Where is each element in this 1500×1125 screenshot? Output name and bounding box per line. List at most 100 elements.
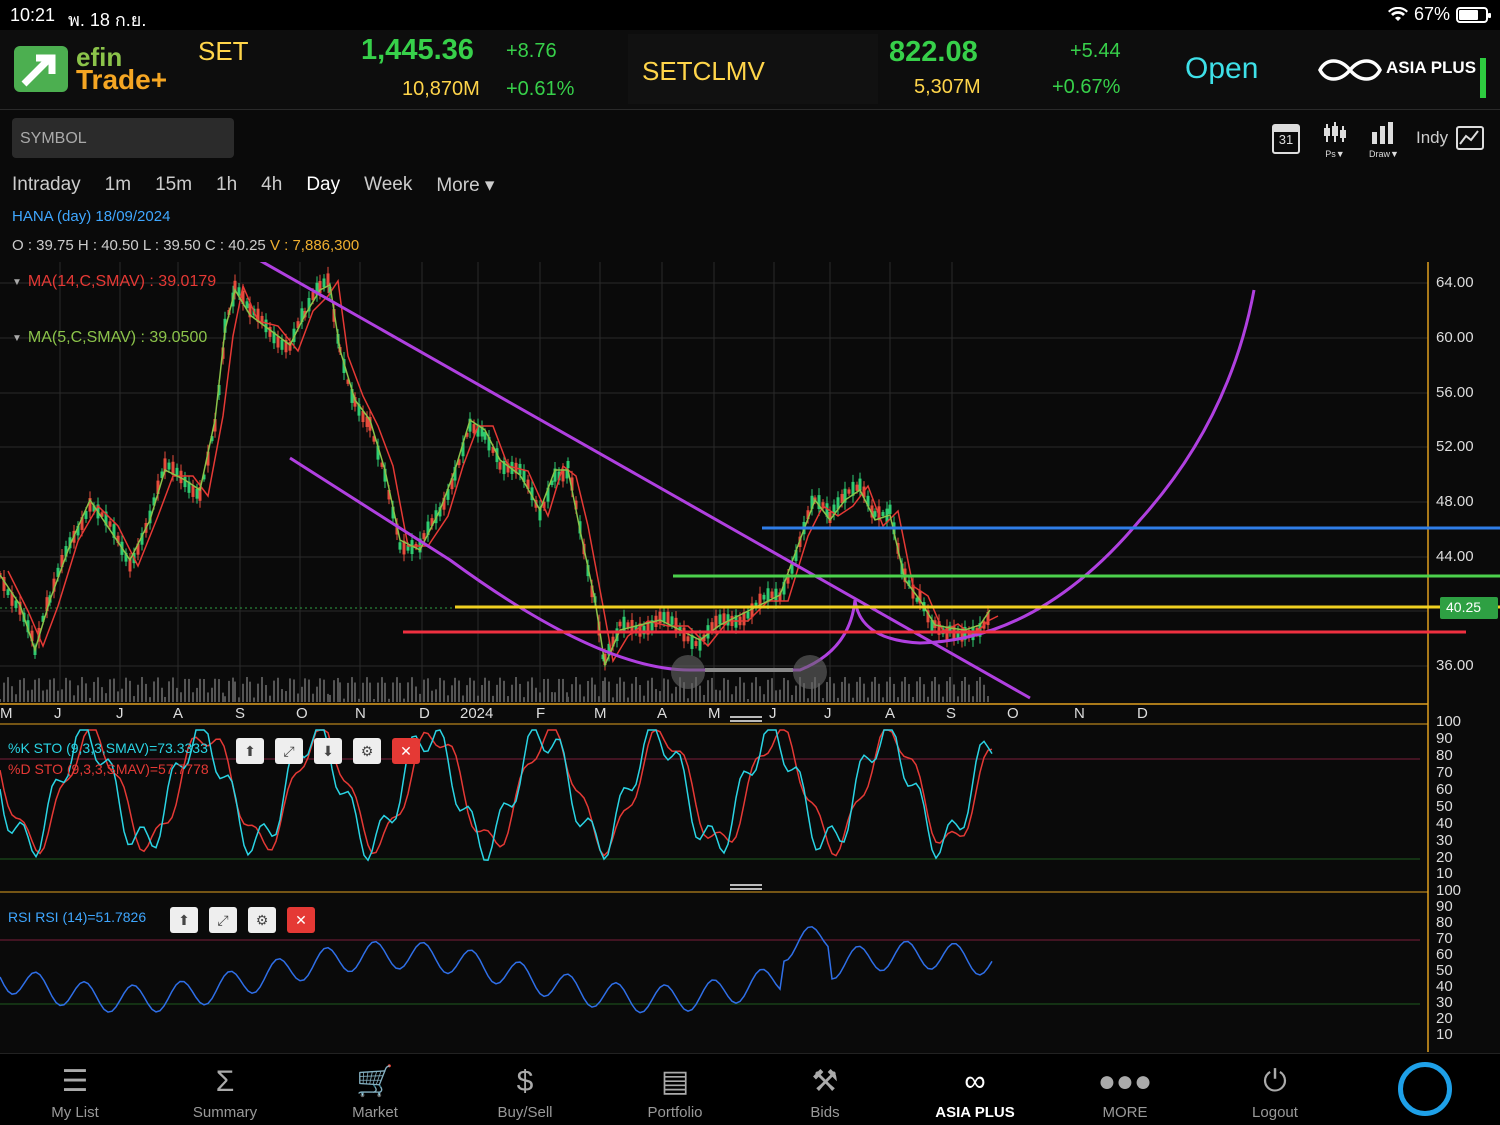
move-up-icon[interactable]: ⬆ [170, 907, 198, 933]
app-logo-icon[interactable] [14, 46, 68, 92]
index2-name[interactable]: SETCLMV [642, 56, 765, 87]
volume-bar [308, 679, 310, 702]
month-tick: J [54, 705, 62, 722]
index2-volume: 5,307M [914, 76, 981, 98]
timeframe-tab[interactable]: 15m [155, 174, 192, 197]
expand-icon[interactable]: ⤢ [275, 738, 303, 764]
volume-bar [415, 686, 417, 702]
rsi-tick: 40 [1436, 978, 1453, 995]
volume-bar [841, 681, 843, 702]
month-tick: S [235, 705, 246, 722]
more-icon: ●●● [1097, 1065, 1153, 1098]
volume-bar [343, 698, 345, 702]
status-bar: 10:21 พ. 18 ก.ย. 67% [0, 0, 1500, 30]
candle-body [888, 504, 892, 514]
ma14-legend[interactable]: ▼ MA(14,C,SMAV) : 39.0179 [12, 273, 216, 291]
price-chart[interactable] [0, 262, 1500, 1052]
volume-bar [767, 679, 769, 702]
time-axis: M J J A S O N D 2024 F M A M J J A S O N D [0, 705, 1430, 725]
settings-gear-icon[interactable]: ⚙ [353, 738, 381, 764]
volume-bar [964, 677, 966, 702]
volume-bar [946, 681, 948, 702]
indy-label[interactable]: Indy [1416, 128, 1448, 148]
timeframe-tab[interactable]: 1m [105, 174, 131, 197]
candle-body [770, 591, 774, 598]
volume-bar [113, 678, 115, 702]
candle-body [658, 611, 662, 624]
asia-plus-logo-icon [1318, 59, 1382, 81]
drawing-handle [793, 655, 827, 689]
volume-bar [249, 681, 251, 702]
timeframe-tab[interactable]: Week [364, 174, 412, 197]
price-style-icon[interactable]: Ps▼ [1322, 122, 1348, 159]
timeframe-tab[interactable]: Day [306, 174, 340, 197]
calendar-icon[interactable]: 31 [1272, 124, 1300, 154]
volume-bar [469, 677, 471, 702]
draw-icon[interactable]: Draw▼ [1368, 122, 1400, 159]
volume-bar [893, 683, 895, 702]
ma5-legend[interactable]: ▼ MA(5,C,SMAV) : 39.0500 [12, 329, 207, 347]
symbol-input[interactable]: SYMBOL [12, 118, 234, 158]
timeframe-tab[interactable]: 4h [261, 174, 282, 197]
sto-tick: 20 [1436, 849, 1453, 866]
chart-grid [0, 262, 1429, 1052]
volume-bar [109, 679, 111, 702]
logo-trade-text: Trade+ [76, 64, 168, 95]
nav-summary[interactable]: Σ Summary [150, 1054, 300, 1125]
candle-body [566, 460, 570, 469]
volume-bar [384, 682, 386, 702]
nav-logout[interactable]: ⏻ Logout [1200, 1054, 1350, 1125]
volume-bar [42, 690, 44, 702]
volume-bar [699, 685, 701, 702]
expand-icon[interactable]: ⤢ [209, 907, 237, 933]
symbol-placeholder: SYMBOL [20, 130, 87, 147]
close-icon[interactable]: ✕ [392, 738, 420, 764]
volume-bar [927, 696, 929, 702]
volume-bar [34, 679, 36, 702]
nav-bids[interactable]: ⚒ Bids [750, 1054, 900, 1125]
volume-bar [711, 677, 713, 702]
volume-bar [49, 679, 51, 702]
volume-bar [117, 691, 119, 702]
volume-bar [149, 697, 151, 702]
settings-gear-icon[interactable]: ⚙ [248, 907, 276, 933]
nav-buy-sell[interactable]: $ Buy/Sell [450, 1054, 600, 1125]
volume-bar [224, 696, 226, 702]
nav-my-list[interactable]: ☰ My List [0, 1054, 150, 1125]
volume-bar [938, 684, 940, 702]
timeframe-tab[interactable]: 1h [216, 174, 237, 197]
candle-body [694, 641, 698, 647]
volume-bar [829, 677, 831, 702]
sto-d-label: %D STO (9,3,3,SMAV)=57.7778 [8, 761, 209, 777]
sto-tick: 90 [1436, 730, 1453, 747]
nav-market[interactable]: 🛒 Market [300, 1054, 450, 1125]
indicator-icon[interactable] [1456, 126, 1484, 150]
volume-bar [121, 688, 123, 702]
rsi-tick: 70 [1436, 930, 1453, 947]
nav-portfolio[interactable]: ▤ Portfolio [600, 1054, 750, 1125]
volume-bar [351, 677, 353, 702]
volume-bar [301, 686, 303, 702]
close-icon[interactable]: ✕ [287, 907, 315, 933]
candle-body [322, 278, 326, 288]
nav-asia-plus[interactable]: ∞ ASIA PLUS [900, 1054, 1050, 1125]
index1-name[interactable]: SET [198, 36, 249, 67]
volume-bar [196, 687, 198, 702]
ohlc-readout: O : 39.75 H : 40.50 L : 39.50 C : 40.25 … [12, 237, 359, 254]
volume-bar [535, 687, 537, 702]
volume-bar [496, 684, 498, 702]
volume-bar [822, 698, 824, 702]
timeframe-tab[interactable]: More ▾ [436, 174, 494, 197]
volume-bar [488, 680, 490, 702]
candle-body [670, 616, 674, 625]
move-up-icon[interactable]: ⬆ [236, 738, 264, 764]
move-down-icon[interactable]: ⬇ [314, 738, 342, 764]
status-time: 10:21 [10, 5, 56, 25]
volume-bar [362, 682, 364, 702]
volume-bar [953, 684, 955, 702]
candle-body [746, 611, 750, 619]
timeframe-tab[interactable]: Intraday [12, 174, 81, 197]
nav-more[interactable]: ●●● MORE [1050, 1054, 1200, 1125]
volume-bar [358, 698, 360, 702]
app-menu-icon[interactable] [1398, 1062, 1452, 1116]
